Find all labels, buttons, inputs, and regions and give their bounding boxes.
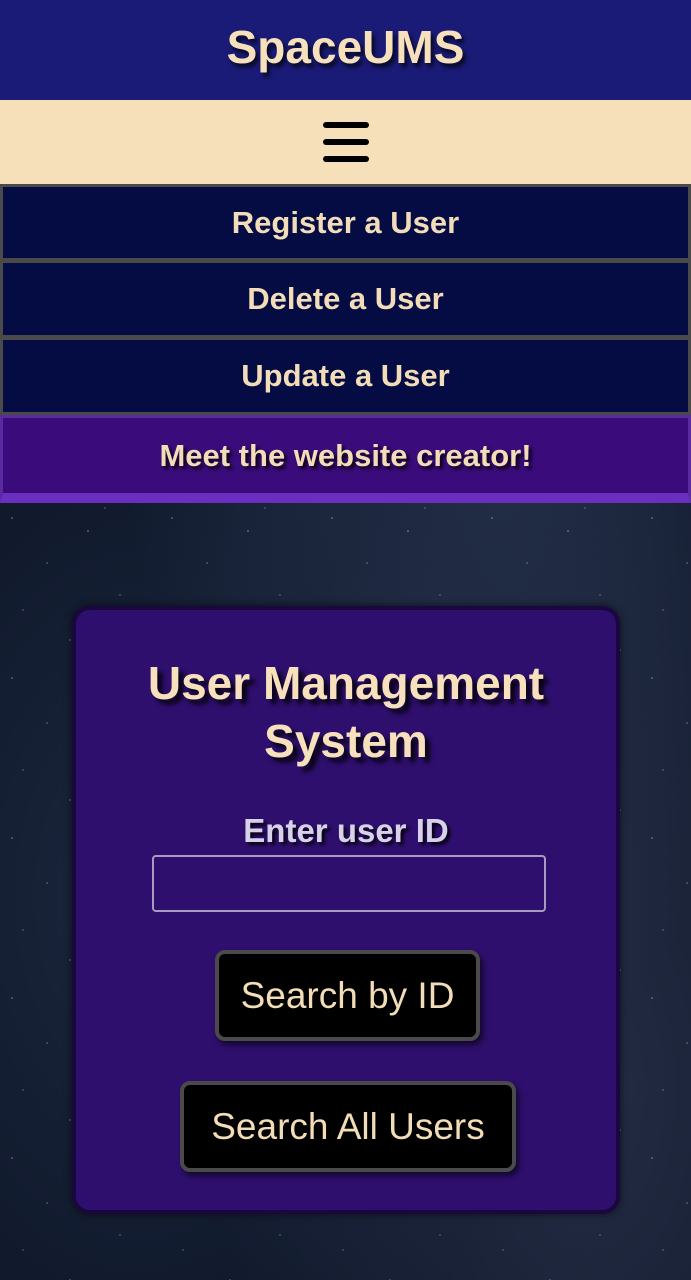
hamburger-menu-icon[interactable]	[322, 122, 369, 162]
nav-item-meet-creator[interactable]: Meet the website creator!	[0, 415, 691, 503]
user-id-label: Enter user ID	[243, 812, 449, 849]
nav-menu: Register a User Delete a User Update a U…	[0, 184, 691, 503]
nav-item-label: Update a User	[241, 358, 450, 393]
user-id-input[interactable]	[152, 855, 546, 912]
search-by-id-button[interactable]: Search by ID	[215, 950, 480, 1041]
card-title: User Management System	[147, 657, 545, 767]
nav-item-register-user[interactable]: Register a User	[0, 184, 691, 261]
search-all-users-button[interactable]: Search All Users	[180, 1081, 516, 1172]
app-header: SpaceUMS	[0, 0, 691, 100]
menu-toggle-bar[interactable]	[0, 100, 691, 184]
nav-item-delete-user[interactable]: Delete a User	[0, 261, 691, 338]
nav-item-label: Meet the website creator!	[159, 437, 532, 473]
app-title: SpaceUMS	[226, 21, 465, 73]
nav-item-label: Register a User	[231, 204, 460, 240]
nav-item-label: Delete a User	[247, 281, 444, 316]
nav-item-update-user[interactable]: Update a User	[0, 338, 691, 415]
user-management-card: User Management System Enter user ID Sea…	[72, 606, 620, 1214]
